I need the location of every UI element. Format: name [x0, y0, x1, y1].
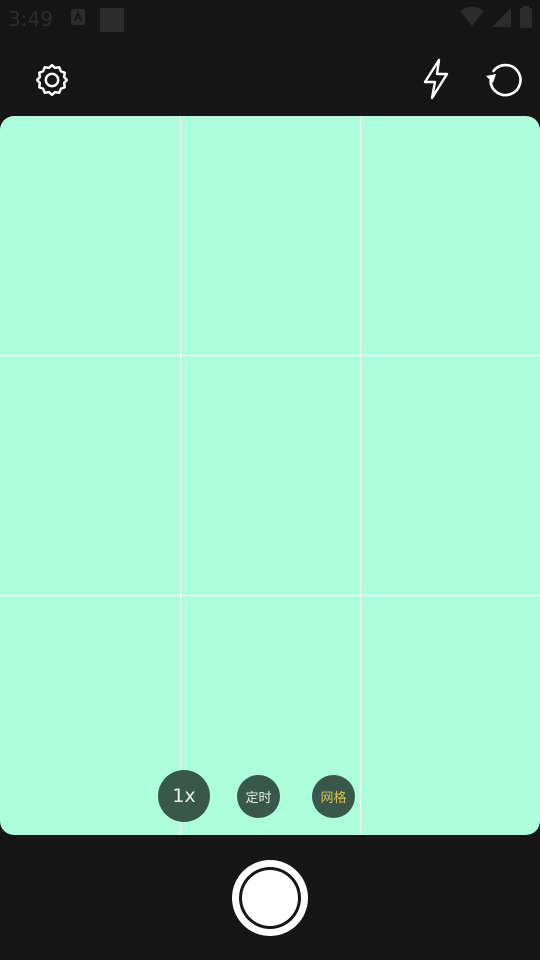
- timer-button[interactable]: 定时: [237, 775, 280, 818]
- switch-camera-button[interactable]: [483, 59, 527, 103]
- lightning-icon: [420, 58, 452, 104]
- zoom-button[interactable]: 1x: [158, 770, 210, 822]
- wifi-icon: [460, 6, 484, 32]
- gear-icon: [32, 60, 72, 104]
- timer-label: 定时: [245, 791, 272, 806]
- shutter-button[interactable]: [232, 860, 308, 936]
- camera-screen: 3:49 1x 定时 网格: [0, 0, 540, 960]
- shutter-ring: [239, 867, 301, 929]
- flash-button[interactable]: [414, 58, 458, 104]
- status-bar: 3:49: [0, 0, 540, 36]
- status-right-icons: [460, 6, 532, 32]
- shutter-button-icon: [242, 870, 298, 926]
- camera-viewfinder[interactable]: 1x 定时 网格: [0, 116, 540, 835]
- rotate-camera-icon: [483, 57, 527, 105]
- cellular-signal-icon: [492, 6, 512, 32]
- grid-overlay: [0, 116, 540, 835]
- battery-icon: [520, 6, 532, 32]
- zoom-label: 1x: [172, 785, 196, 807]
- grid-toggle-button[interactable]: 网格: [312, 775, 355, 818]
- notification-square-icon: [100, 8, 124, 36]
- settings-button[interactable]: [30, 60, 74, 104]
- notification-a-icon: [70, 8, 86, 30]
- grid-label: 网格: [320, 791, 347, 806]
- status-time: 3:49: [8, 7, 53, 31]
